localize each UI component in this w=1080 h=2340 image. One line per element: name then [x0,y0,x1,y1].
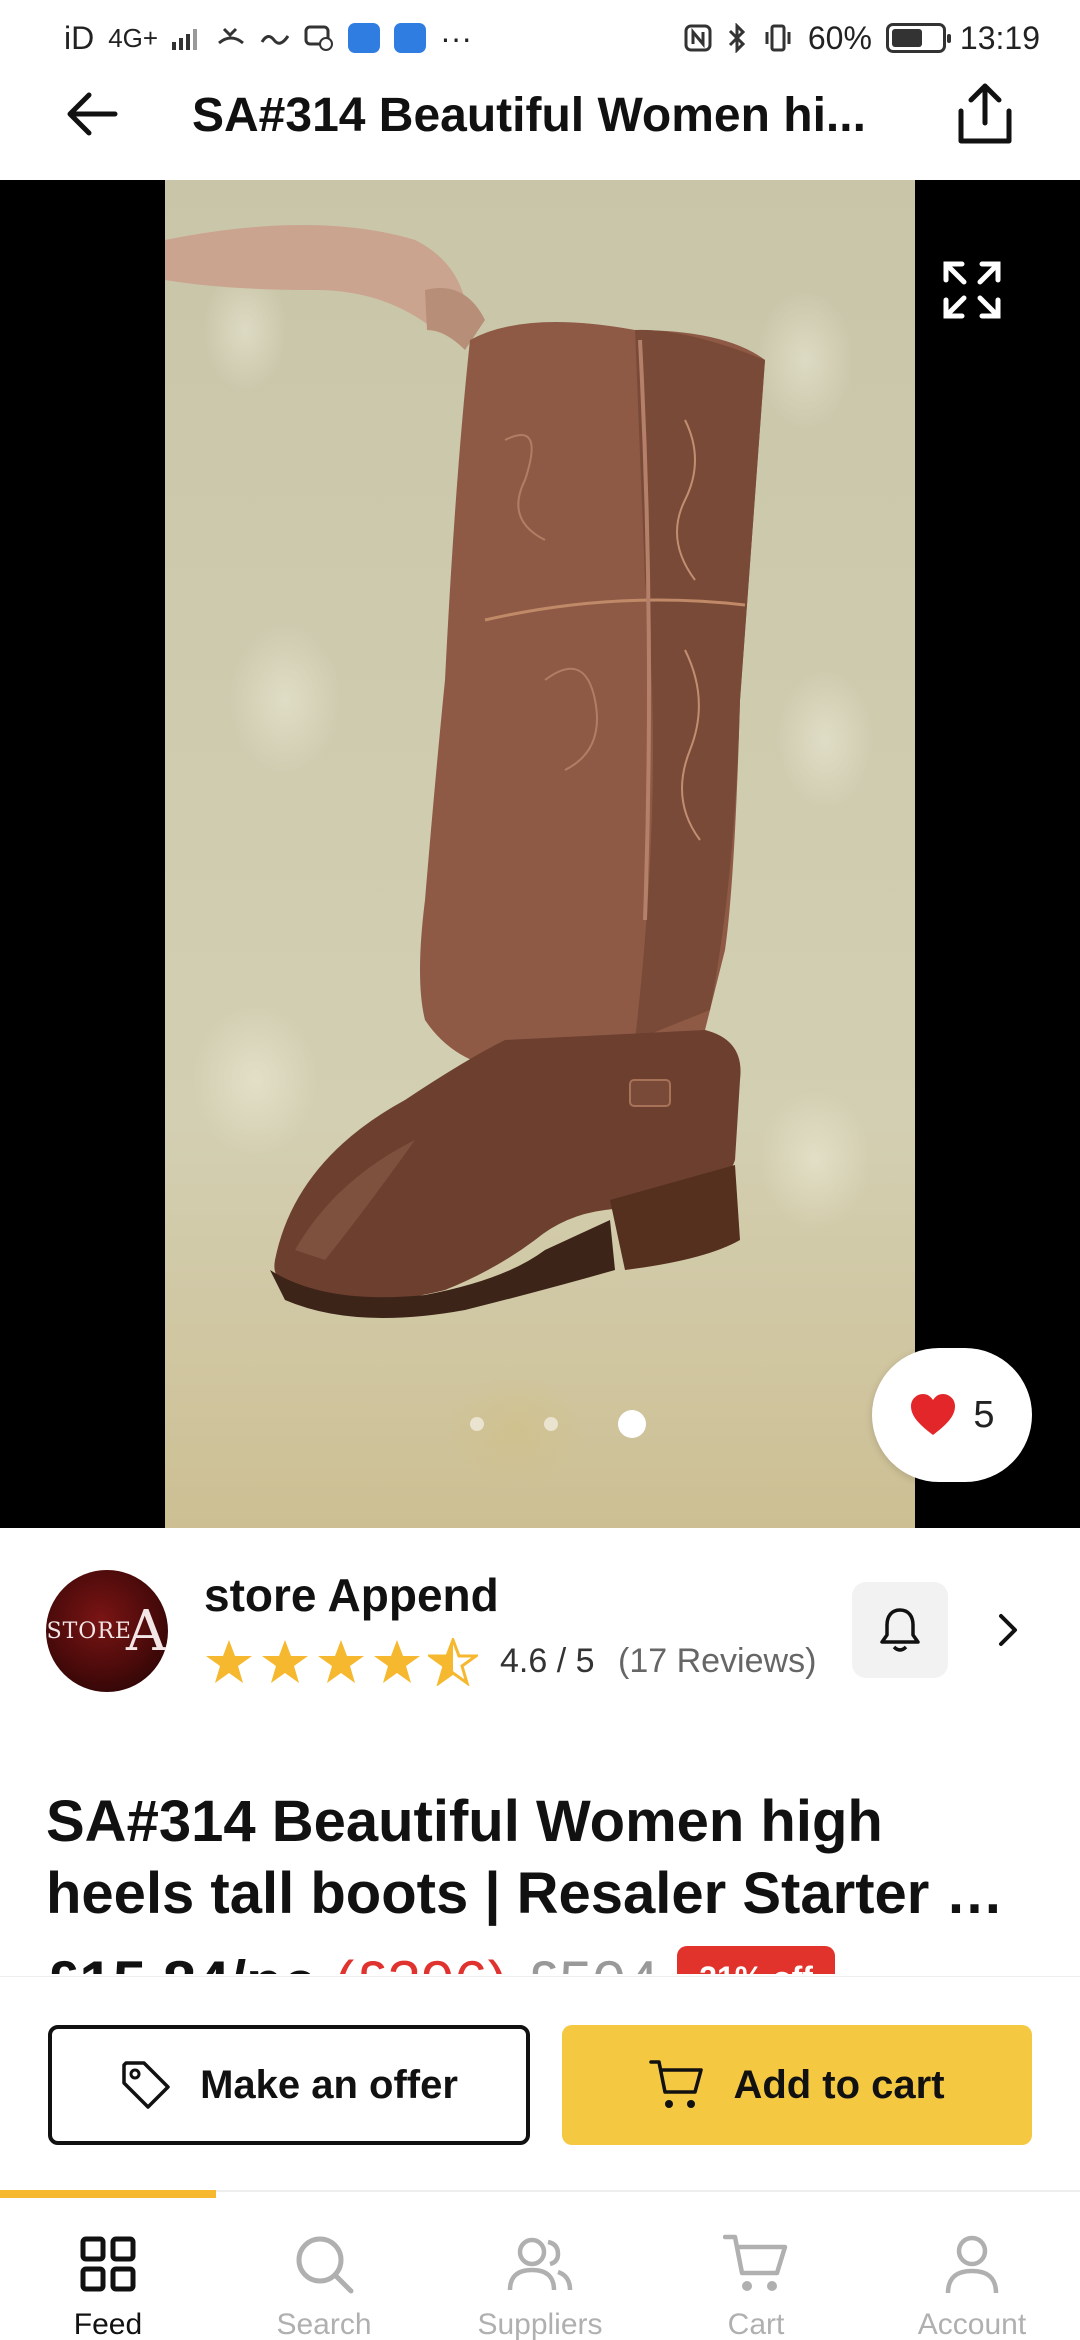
carousel-dot-active[interactable] [618,1410,646,1438]
cloud-app-icon-2 [394,23,427,53]
nav-item-search[interactable]: Search [216,2192,432,2340]
battery-icon [885,23,951,53]
star-icon [206,1640,252,1683]
store-avatar[interactable]: STORE A [46,1570,168,1692]
carousel-dots [470,1410,646,1438]
users-icon [506,2232,574,2296]
store-row[interactable]: STORE A store Append 4.6 / 5 (17 Reviews) [0,1528,1080,1728]
nav-item-account[interactable]: Account [864,2192,1080,2340]
lot-price: (£396) [334,1946,507,1974]
star-icon [262,1640,308,1683]
bell-icon [880,1608,920,1652]
nav-label-suppliers: Suppliers [477,2308,603,2340]
carousel-dot[interactable] [470,1417,484,1431]
price-row: £15.84/pc (£396) £504 21% off [46,1946,1046,1974]
missed-call-icon [216,25,246,51]
expand-button[interactable] [912,240,1032,340]
bottom-nav: Feed Search Suppliers Cart Account [0,2190,1080,2340]
nav-label-cart: Cart [727,2308,785,2340]
status-bar: iD 4G+ ··· 60% 13:19 [0,0,1080,76]
nav-item-suppliers[interactable]: Suppliers [432,2192,648,2340]
product-photo[interactable] [165,180,915,1528]
like-button[interactable]: 5 [872,1348,1032,1482]
store-avatar-text: STORE [46,1618,132,1644]
bluetooth-icon [726,23,748,53]
store-avatar-letter: A [125,1598,168,1664]
rating-stars [204,1638,478,1686]
boot-illustration [165,225,765,1318]
reviews-count[interactable]: (17 Reviews) [618,1642,816,1681]
star-icon [374,1640,420,1683]
store-name[interactable]: store Append [204,1568,499,1622]
store-chevron-button[interactable] [980,1602,1036,1658]
nav-item-cart[interactable]: Cart [648,2192,864,2340]
expand-icon [943,261,1001,319]
search-icon [293,2232,355,2296]
user-icon [944,2232,1000,2296]
status-right: 60% 13:19 [684,20,1040,57]
product-title: SA#314 Beautiful Women high heels tall b… [46,1789,1004,1926]
share-button[interactable] [950,76,1020,152]
nav-label-account: Account [917,2308,1027,2340]
add-to-cart-label: Add to cart [733,2062,945,2107]
heart-icon [911,1394,956,1435]
nav-label-search: Search [276,2308,372,2340]
product-media[interactable]: 5 [0,180,1080,1528]
make-offer-label: Make an offer [200,2062,458,2107]
rating-value: 4.6 / 5 [500,1642,595,1680]
vibrate-icon [762,24,794,52]
cart-icon [723,2232,789,2296]
discount-badge: 21% off [677,1946,835,1974]
carousel-dot[interactable] [544,1417,558,1431]
page-title: SA#314 Beautiful Women hi... [192,89,866,142]
nav-item-feed[interactable]: Feed [0,2192,216,2340]
cloud-app-icon [348,23,381,53]
add-to-cart-button[interactable]: Add to cart [562,2025,1032,2145]
star-half-icon [428,1638,478,1686]
arrow-left-icon [67,92,118,136]
unit-price: £15.84/pc [46,1946,316,1974]
nav-label-feed: Feed [73,2308,143,2340]
follow-store-button[interactable] [852,1582,948,1678]
star-icon [318,1640,364,1683]
grid-icon [79,2232,137,2296]
share-icon [958,83,1012,144]
more-notifications-label: ··· [440,19,473,56]
carrier-label: iD [64,19,95,56]
original-price: £504 [526,1946,659,1974]
cart-icon [649,2060,704,2108]
nfc-icon [684,24,712,52]
chat-icon [304,24,334,52]
back-button[interactable] [62,84,122,144]
status-left: iD 4G+ ··· [64,20,472,57]
make-offer-button[interactable]: Make an offer [48,2025,530,2145]
chevron-right-icon [999,1614,1017,1646]
battery-percent: 60% [807,19,872,56]
tag-icon [122,2061,170,2109]
signal-icon [172,26,202,50]
wave-icon [260,28,290,48]
action-bar: Make an offer Add to cart [0,1976,1080,2190]
like-count: 5 [973,1393,995,1436]
network-label: 4G+ [108,22,159,53]
clock: 13:19 [959,19,1040,56]
